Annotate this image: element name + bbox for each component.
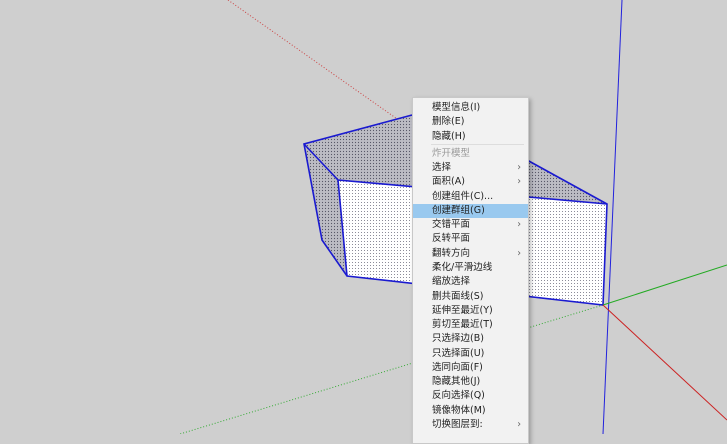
menu-item[interactable]: 面积(A) › <box>413 175 528 189</box>
menu-item-label: 缩放选择 <box>432 276 471 288</box>
submenu-arrow-icon: › <box>517 219 521 231</box>
menu-item[interactable]: 延伸至最近(Y) <box>413 304 528 318</box>
menu-item[interactable]: 只选择面(U) <box>413 347 528 361</box>
3d-viewport[interactable] <box>0 0 727 434</box>
menu-item-label: 选同向面(F) <box>432 361 483 373</box>
menu-item[interactable]: 模型信息(I) <box>413 101 528 115</box>
menu-item-label: 切换图层到: <box>432 418 483 430</box>
menu-item-label: 隐藏其他(J) <box>432 376 481 388</box>
menu-item-label: 删共面线(S) <box>432 290 484 302</box>
menu-item-label: 选择 <box>432 162 452 174</box>
menu-item-label: 只选择面(U) <box>432 347 485 359</box>
menu-item[interactable]: 删除(E) <box>413 115 528 129</box>
menu-item-label: 交错平面 <box>432 219 471 231</box>
menu-separator <box>431 143 524 145</box>
menu-item[interactable]: 翻转方向 › <box>413 247 528 261</box>
menu-item[interactable]: 选择 › <box>413 161 528 175</box>
menu-item[interactable]: 剪切至最近(T) <box>413 318 528 332</box>
menu-item-label: 炸开模型 <box>432 147 471 159</box>
menu-item-label: 模型信息(I) <box>432 102 481 113</box>
green-axis-hidden <box>179 304 604 434</box>
menu-item[interactable]: 创建组件(C)... <box>413 190 528 204</box>
menu-item-label: 翻转方向 <box>432 247 471 259</box>
menu-item-label: 隐藏(H) <box>432 130 466 142</box>
menu-item[interactable]: 炸开模型 <box>413 147 528 161</box>
red-axis-hidden <box>227 0 411 129</box>
green-axis <box>602 264 727 306</box>
menu-item[interactable]: 隐藏其他(J) <box>413 375 528 389</box>
menu-item-label: 创建组件(C)... <box>432 190 494 202</box>
menu-item[interactable]: 删共面线(S) <box>413 290 528 304</box>
menu-item[interactable]: 只选择边(B) <box>413 332 528 346</box>
menu-item-label: 镜像物体(M) <box>432 404 486 416</box>
menu-item[interactable]: 柔化/平滑边线 <box>413 261 528 275</box>
menu-item[interactable]: 选同向面(F) <box>413 361 528 375</box>
submenu-arrow-icon: › <box>517 247 521 259</box>
menu-item[interactable]: 反向选择(Q) <box>413 389 528 403</box>
menu-item[interactable]: 镜像物体(M) <box>413 404 528 418</box>
menu-item-label: 创建群组(G) <box>432 204 485 216</box>
menu-item-label: 反向选择(Q) <box>432 390 485 402</box>
menu-item[interactable]: 创建群组(G) <box>413 203 528 218</box>
menu-item-label: 反转平面 <box>432 233 471 245</box>
menu-item[interactable]: 反转平面 <box>413 232 528 246</box>
menu-item-label: 面积(A) <box>432 176 465 188</box>
menu-item[interactable]: 隐藏(H) <box>413 130 528 144</box>
menu-item-label: 只选择边(B) <box>432 333 484 345</box>
menu-item[interactable]: 切换图层到: › <box>413 418 528 432</box>
submenu-arrow-icon: › <box>517 162 521 174</box>
menu-item-label: 延伸至最近(Y) <box>432 304 493 316</box>
red-axis <box>602 304 727 421</box>
submenu-arrow-icon: › <box>517 418 521 430</box>
menu-item[interactable]: 缩放选择 <box>413 275 528 289</box>
menu-item-label: 删除(E) <box>432 116 465 128</box>
menu-item-label: 剪切至最近(T) <box>432 319 493 331</box>
submenu-arrow-icon: › <box>517 176 521 188</box>
menu-item[interactable]: 交错平面 › <box>413 218 528 232</box>
context-menu: 模型信息(I) 删除(E) 隐藏(H) 炸开模型选择 › 面积(A) › 创建组件(C)...… <box>412 97 529 444</box>
menu-item-label: 柔化/平滑边线 <box>432 261 493 273</box>
